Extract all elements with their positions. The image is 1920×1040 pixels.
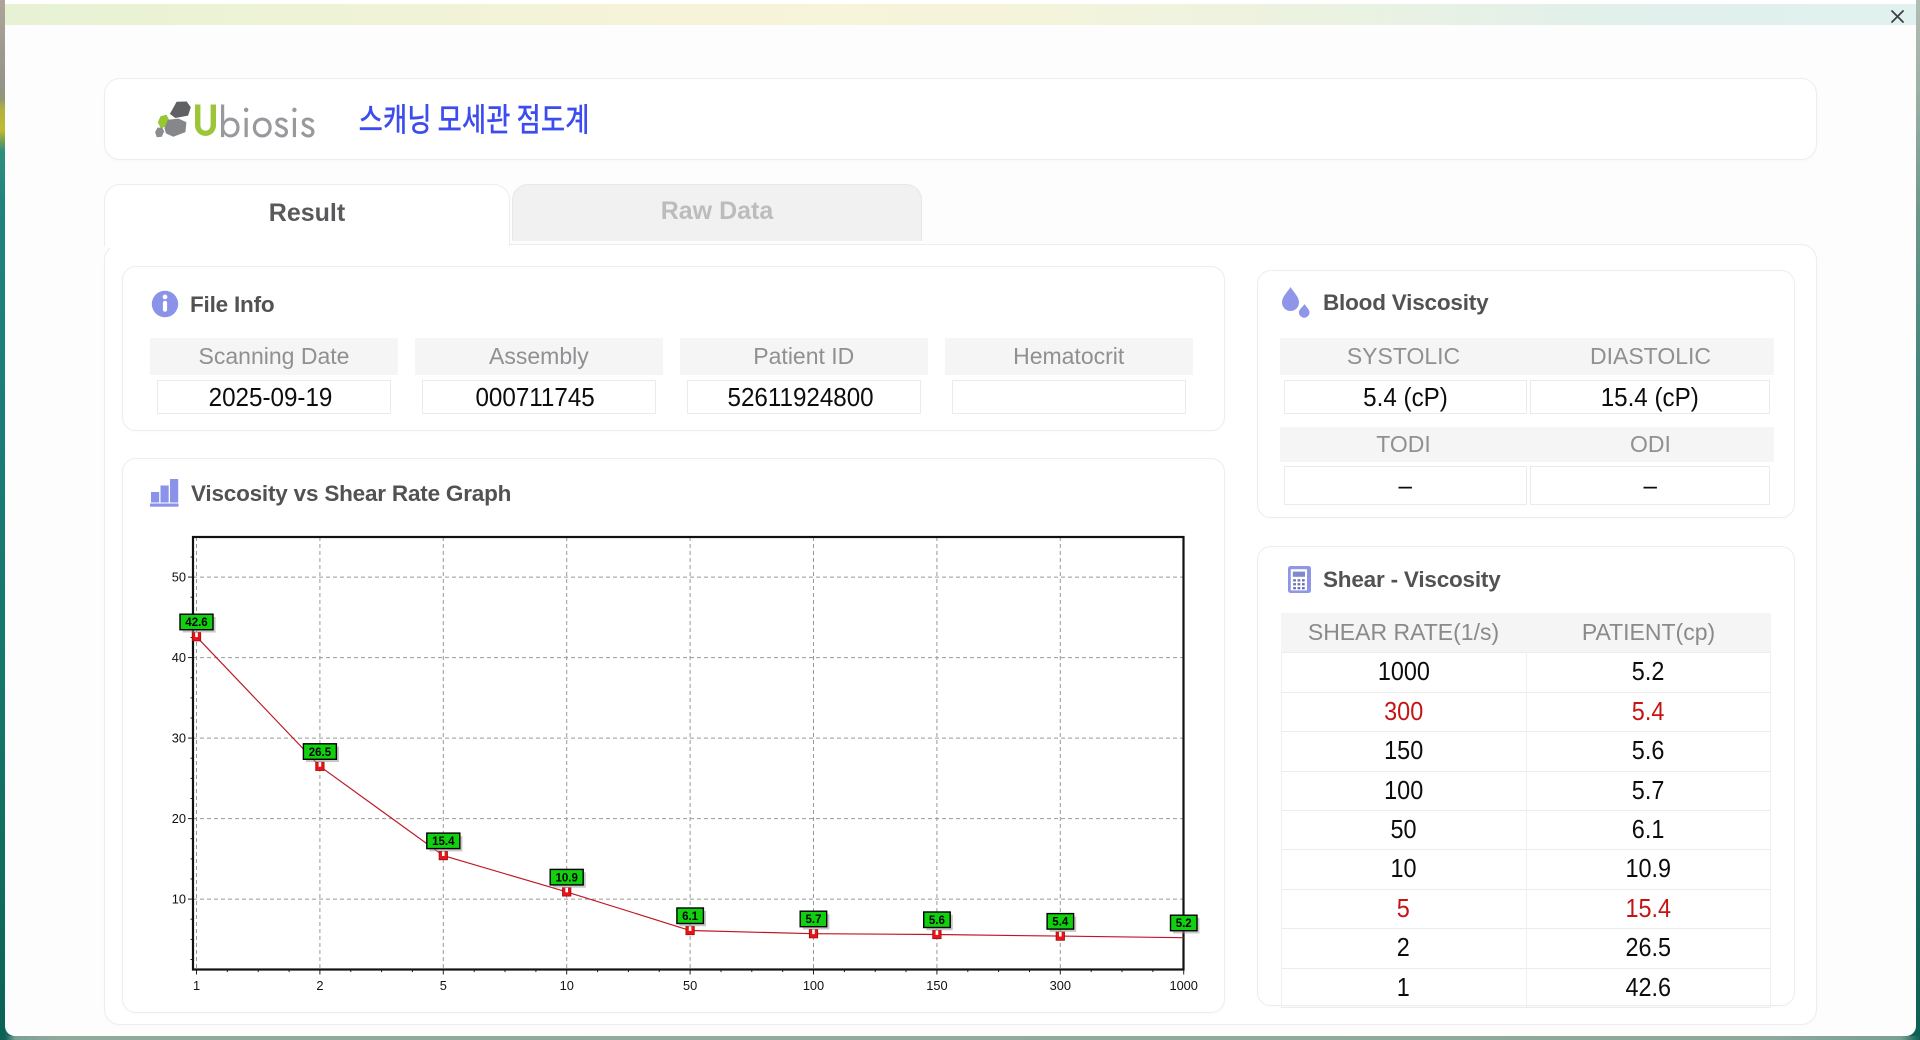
svg-text:5.6: 5.6 — [929, 915, 945, 927]
svg-text:1000: 1000 — [1169, 978, 1197, 993]
svg-text:10: 10 — [172, 892, 186, 907]
svg-text:5.4: 5.4 — [1052, 917, 1069, 929]
svg-text:5: 5 — [440, 978, 447, 993]
svg-text:30: 30 — [172, 731, 186, 746]
svg-text:42.6: 42.6 — [185, 617, 207, 629]
svg-text:20: 20 — [172, 811, 186, 826]
svg-text:10.9: 10.9 — [556, 872, 578, 884]
svg-text:10: 10 — [560, 978, 574, 993]
svg-text:150: 150 — [926, 978, 947, 993]
svg-text:40: 40 — [172, 650, 186, 665]
svg-text:1: 1 — [193, 978, 200, 993]
svg-text:5.2: 5.2 — [1176, 918, 1192, 930]
svg-text:15.4: 15.4 — [432, 836, 455, 848]
svg-text:5.7: 5.7 — [806, 914, 822, 926]
svg-text:2: 2 — [316, 978, 323, 993]
svg-text:50: 50 — [172, 570, 186, 585]
svg-text:26.5: 26.5 — [309, 747, 332, 759]
svg-text:100: 100 — [803, 978, 824, 993]
svg-text:50: 50 — [683, 978, 697, 993]
svg-text:6.1: 6.1 — [682, 911, 699, 923]
svg-text:300: 300 — [1050, 978, 1071, 993]
